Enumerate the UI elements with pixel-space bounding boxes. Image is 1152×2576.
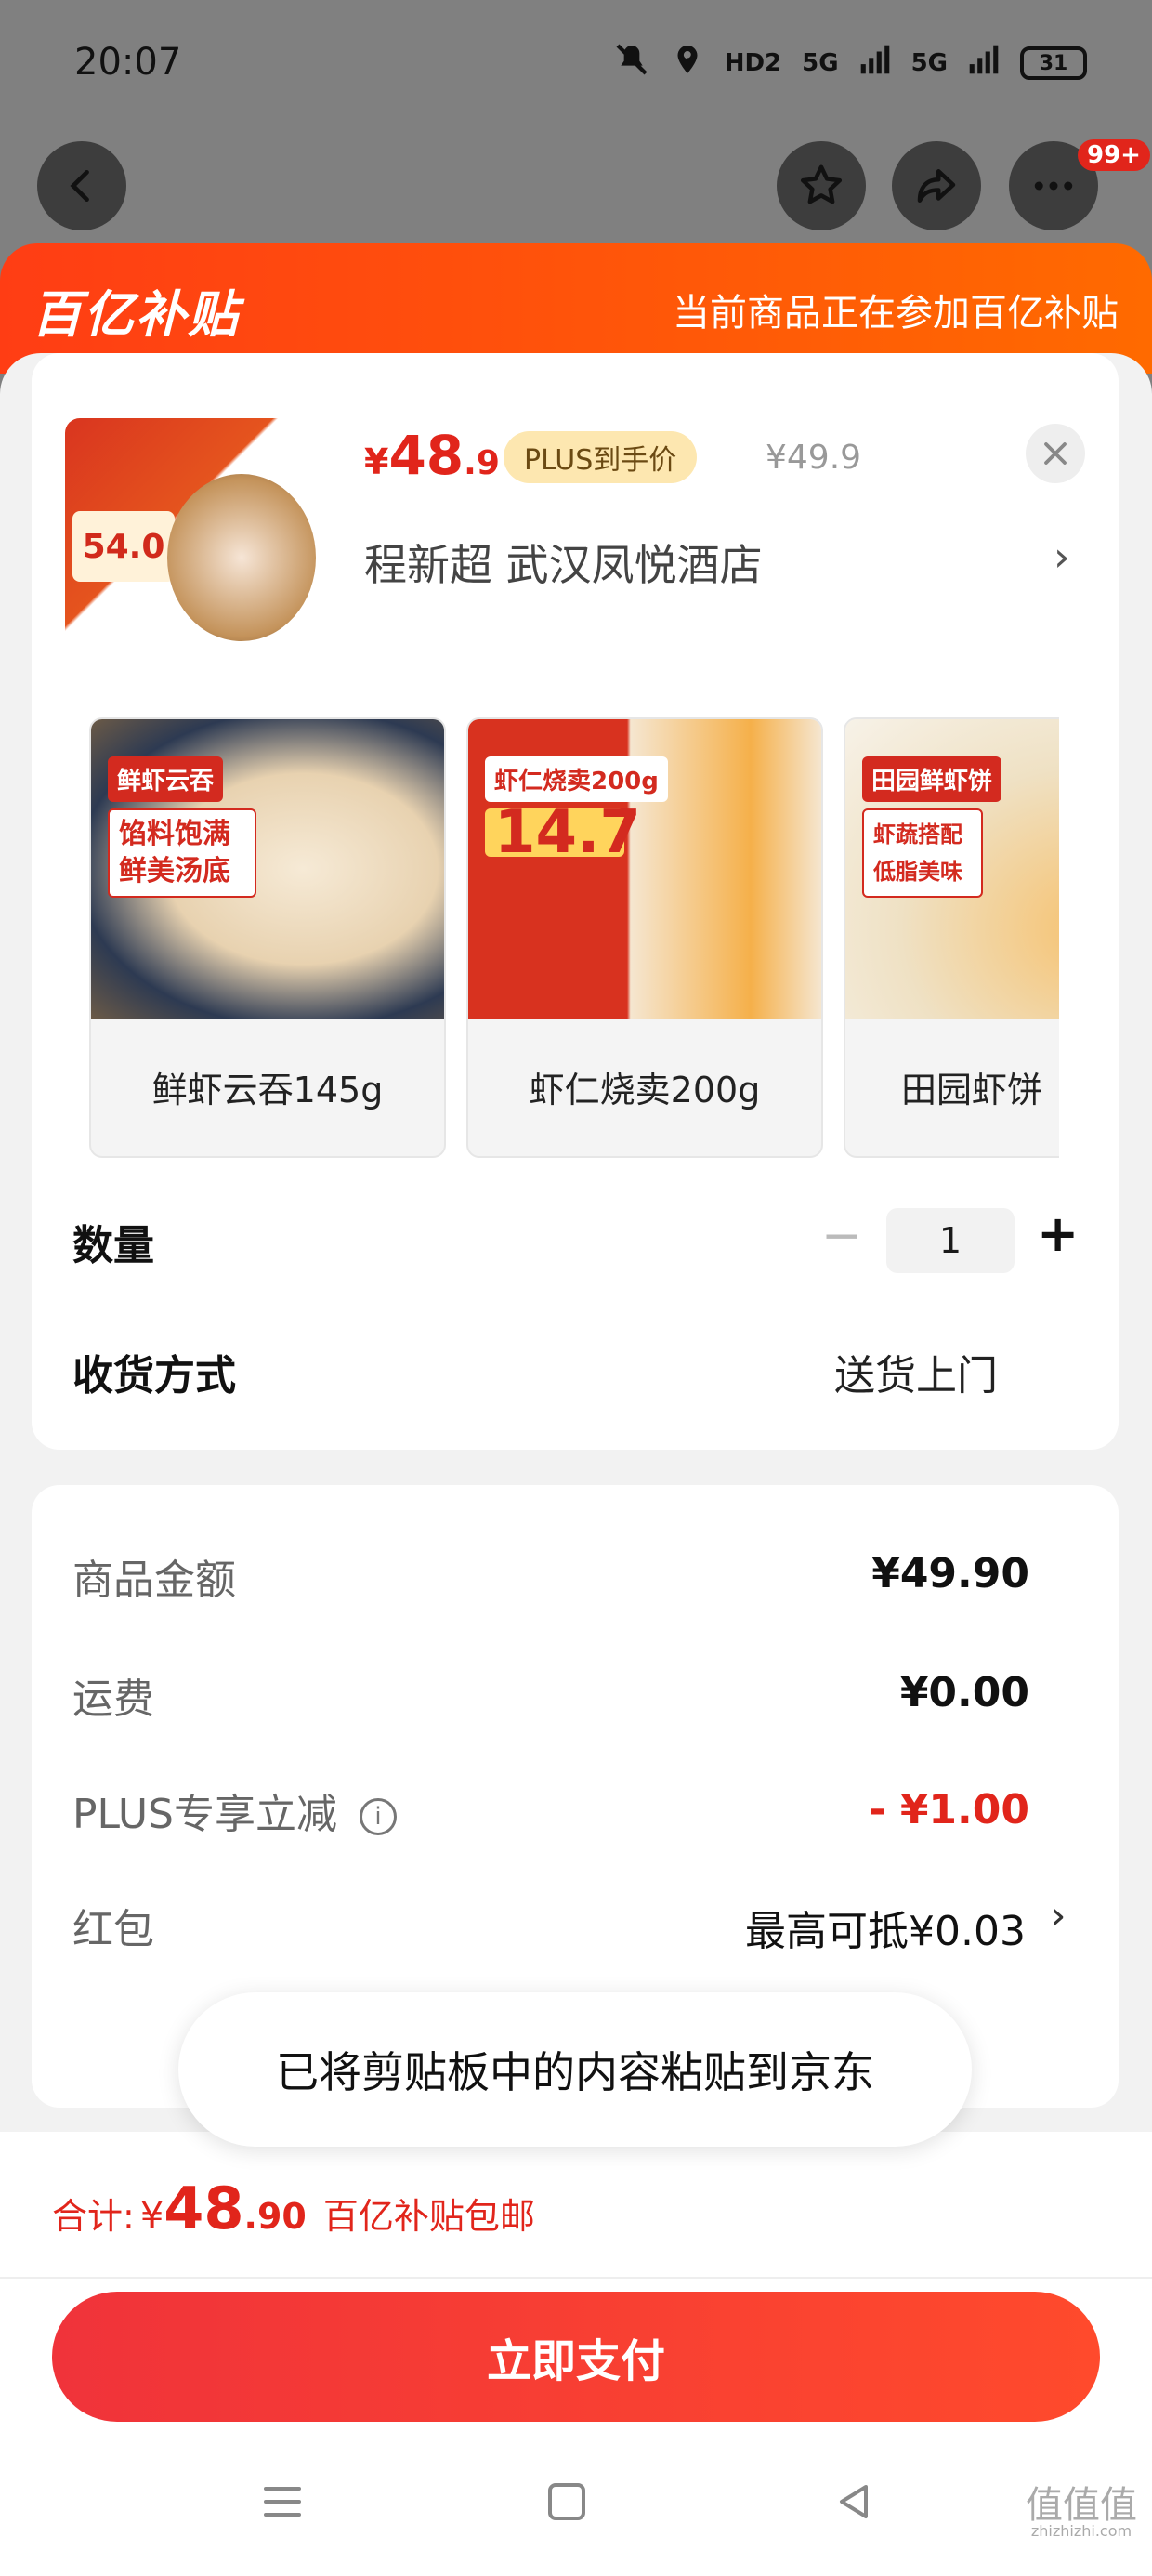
product-thumbnail: 54.0 bbox=[65, 418, 325, 678]
variant-subtag: 14.7 bbox=[485, 803, 641, 862]
notification-badge: 99+ bbox=[1078, 139, 1150, 171]
subsidy-logo: 百亿补贴 bbox=[32, 285, 240, 344]
plus-discount-row: PLUS专享立减 i bbox=[72, 1781, 397, 1840]
store-name[interactable]: 程新超 武汉凤悦酒店 bbox=[364, 532, 763, 593]
subsidy-banner-text: 当前商品正在参加百亿补贴 bbox=[673, 292, 1119, 335]
total-integer: 48 bbox=[164, 2175, 244, 2242]
goods-amount-label: 商品金额 bbox=[72, 1557, 236, 1604]
plus-price-tag: PLUS到手价 bbox=[504, 431, 698, 483]
order-total: 合计: ¥ 48 .90 百亿补贴包邮 bbox=[52, 2175, 535, 2242]
price-decimal: .9 bbox=[464, 444, 500, 482]
close-button[interactable] bbox=[1026, 424, 1085, 483]
plus-discount-value: - ¥1.00 bbox=[869, 1786, 1029, 1833]
redpack-value[interactable]: 最高可抵¥0.03 bbox=[745, 1898, 1026, 1957]
variant-label: 鲜虾云吞145g bbox=[151, 1070, 384, 1111]
info-icon[interactable]: i bbox=[360, 1798, 397, 1835]
variant-card[interactable]: 虾仁烧卖200g 14.7 虾仁烧卖200g bbox=[466, 717, 823, 1158]
quantity-label: 数量 bbox=[72, 1222, 154, 1269]
chevron-right-icon[interactable]: › bbox=[1050, 1892, 1067, 1939]
shipping-value: ¥0.00 bbox=[899, 1669, 1029, 1716]
quantity-input[interactable]: 1 bbox=[886, 1208, 1015, 1273]
price-integer: 48 bbox=[388, 424, 465, 487]
total-label: 合计: bbox=[52, 2196, 135, 2237]
status-icons: HD2 5G 5G 31 bbox=[613, 41, 1087, 85]
chevron-right-icon[interactable]: › bbox=[1054, 533, 1070, 581]
star-icon bbox=[800, 164, 843, 204]
chevron-left-icon bbox=[70, 169, 89, 203]
home-icon[interactable] bbox=[544, 2479, 589, 2536]
signal-bars-icon-2 bbox=[968, 44, 1000, 83]
share-button[interactable] bbox=[892, 141, 981, 230]
location-icon bbox=[671, 41, 704, 85]
variant-label: 田园虾饼 bbox=[901, 1070, 1043, 1111]
variant-image: 鲜虾云吞 馅料饱满鲜美汤底 bbox=[91, 719, 444, 1019]
free-shipping-note: 百亿补贴包邮 bbox=[322, 2196, 535, 2237]
quantity-increase-button[interactable]: + bbox=[1037, 1204, 1079, 1263]
total-decimal: .90 bbox=[243, 2196, 307, 2237]
signal-5g-icon-2: 5G bbox=[910, 49, 948, 77]
plus-discount-label: PLUS专享立减 bbox=[72, 1791, 337, 1838]
thumbnail-price: 54.0 bbox=[72, 511, 175, 582]
variant-label: 虾仁烧卖200g bbox=[529, 1070, 761, 1111]
hd-icon: HD2 bbox=[724, 49, 782, 77]
favorite-button[interactable] bbox=[777, 141, 866, 230]
signal-bars-icon bbox=[859, 44, 891, 83]
back-button[interactable] bbox=[37, 141, 126, 230]
goods-amount-value: ¥49.90 bbox=[871, 1550, 1029, 1597]
delivery-label: 收货方式 bbox=[72, 1352, 236, 1400]
back-nav-icon[interactable] bbox=[831, 2479, 875, 2536]
clipboard-toast: 已将剪贴板中的内容粘贴到京东 bbox=[178, 1992, 972, 2147]
status-bar: 20:07 HD2 5G 5G 31 bbox=[0, 0, 1152, 139]
more-icon bbox=[1034, 181, 1073, 191]
redpack-label: 红包 bbox=[72, 1906, 154, 1953]
watermark-sub: zhizhizhi.com bbox=[1030, 2522, 1132, 2540]
variant-card[interactable]: 鲜虾云吞 馅料饱满鲜美汤底 鲜虾云吞145g bbox=[89, 717, 446, 1158]
watermark-main: 值值值 bbox=[1026, 2484, 1137, 2527]
share-icon bbox=[917, 169, 956, 203]
dumpling-basket-image bbox=[167, 474, 316, 641]
total-currency: ¥ bbox=[139, 2195, 164, 2238]
pay-now-button[interactable]: 立即支付 bbox=[52, 2292, 1100, 2422]
variant-tag: 鲜虾云吞 bbox=[108, 756, 224, 802]
price-currency: ¥ bbox=[364, 441, 389, 482]
divider bbox=[0, 2277, 1152, 2279]
close-icon bbox=[1044, 442, 1067, 465]
status-time: 20:07 bbox=[74, 41, 182, 84]
variant-card[interactable]: 田园鲜虾饼 虾蔬搭配低脂美味 田园虾饼 bbox=[844, 717, 1059, 1158]
signal-5g-icon: 5G bbox=[802, 49, 839, 77]
variant-image: 虾仁烧卖200g 14.7 bbox=[468, 719, 821, 1019]
mute-icon bbox=[613, 41, 650, 85]
variant-subtag: 馅料饱满鲜美汤底 bbox=[108, 808, 256, 898]
variant-image: 田园鲜虾饼 虾蔬搭配低脂美味 bbox=[845, 719, 1059, 1019]
shipping-label: 运费 bbox=[72, 1676, 154, 1723]
variant-subtag: 虾蔬搭配低脂美味 bbox=[862, 808, 983, 898]
variant-tag: 虾仁烧卖200g bbox=[485, 756, 668, 802]
variant-tag: 田园鲜虾饼 bbox=[862, 756, 1002, 802]
quantity-decrease-button[interactable]: − bbox=[821, 1208, 862, 1264]
variant-list: 鲜虾云吞 馅料饱满鲜美汤底 鲜虾云吞145g 虾仁烧卖200g 14.7 虾仁烧… bbox=[89, 717, 1059, 1158]
delivery-method[interactable]: 送货上门 bbox=[834, 1342, 998, 1401]
menu-icon[interactable] bbox=[260, 2479, 305, 2536]
original-price: ¥49.9 bbox=[766, 439, 862, 477]
product-price: ¥ 48 .9 bbox=[364, 424, 500, 487]
battery-icon: 31 bbox=[1020, 46, 1087, 80]
watermark: 值值值 zhizhizhi.com bbox=[1026, 2487, 1137, 2539]
